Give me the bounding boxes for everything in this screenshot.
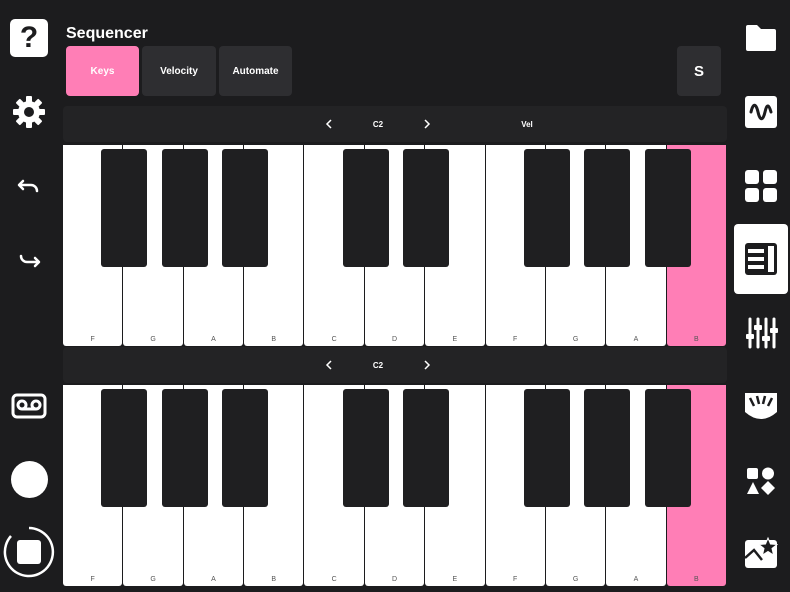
black-key[interactable] — [342, 389, 389, 507]
black-key[interactable] — [523, 149, 570, 267]
octave-label: C2 — [372, 360, 384, 370]
keyboard-top: FGABCDEFGAB — [63, 145, 727, 346]
key-label: F — [513, 336, 518, 343]
redo-button[interactable] — [14, 245, 44, 275]
waveform-icon — [745, 96, 777, 128]
black-key[interactable] — [222, 389, 269, 507]
black-key[interactable] — [584, 389, 631, 507]
octave-down-button[interactable] — [319, 347, 339, 383]
chevron-left-icon — [325, 360, 332, 370]
black-key[interactable] — [584, 149, 631, 267]
settings-gear-icon — [13, 96, 45, 128]
velocity-label[interactable]: Vel — [513, 106, 541, 142]
octave-bar-bottom: C2 — [63, 347, 727, 383]
octave-label: C2 — [372, 119, 384, 129]
record-button[interactable] — [11, 461, 48, 498]
help-button[interactable]: ? — [10, 19, 48, 57]
solo-button[interactable]: S — [677, 46, 721, 96]
key-label: B — [693, 336, 699, 343]
black-key[interactable] — [101, 389, 148, 507]
key-label: F — [513, 576, 518, 583]
key-label: B — [693, 576, 699, 583]
octave-down-button[interactable] — [319, 106, 339, 142]
mixer-sliders-icon — [746, 317, 778, 349]
octave-bar-top: C2 Vel — [63, 106, 727, 142]
key-label: D — [391, 336, 397, 343]
black-key[interactable] — [644, 149, 691, 267]
black-key[interactable] — [523, 389, 570, 507]
octave-up-button[interactable] — [417, 347, 437, 383]
key-label: A — [211, 336, 216, 343]
chevron-right-icon — [424, 119, 431, 129]
piano-keys-icon — [745, 243, 777, 275]
key-label: G — [150, 336, 156, 343]
help-icon: ? — [19, 21, 39, 54]
key-label: A — [633, 336, 639, 343]
chevron-left-icon — [325, 119, 332, 129]
key-label: B — [271, 576, 277, 583]
stop-square-icon — [3, 526, 55, 578]
mixer-button[interactable] — [741, 314, 781, 352]
key-label: G — [150, 576, 156, 583]
stop-button[interactable] — [3, 526, 55, 578]
presets-star-icon — [744, 536, 778, 568]
shapes-icon — [747, 467, 775, 495]
folder-button[interactable] — [741, 20, 781, 56]
black-key[interactable] — [644, 389, 691, 507]
black-key[interactable] — [161, 149, 208, 267]
black-key[interactable] — [403, 149, 450, 267]
undo-icon — [17, 179, 39, 193]
piano-roll-button[interactable] — [734, 224, 788, 294]
black-key[interactable] — [101, 149, 148, 267]
tuner-button[interactable] — [741, 388, 781, 426]
key-label: G — [572, 576, 579, 583]
settings-button[interactable] — [10, 93, 48, 131]
key-label: A — [211, 576, 216, 583]
tuner-icon — [745, 393, 777, 419]
key-label: F — [90, 336, 95, 343]
presets-button[interactable] — [741, 534, 781, 572]
black-key[interactable] — [161, 389, 208, 507]
key-label: D — [391, 576, 397, 583]
tab-velocity[interactable]: Velocity — [142, 46, 216, 96]
key-label: E — [452, 576, 458, 583]
shapes-button[interactable] — [741, 462, 781, 500]
tab-keys[interactable]: Keys — [66, 46, 139, 96]
redo-icon — [19, 254, 41, 268]
key-label: E — [452, 336, 458, 343]
black-key[interactable] — [342, 149, 389, 267]
key-label: F — [90, 576, 95, 583]
tape-record-button[interactable] — [10, 391, 48, 421]
black-key[interactable] — [222, 149, 269, 267]
folder-icon — [746, 25, 776, 51]
chevron-right-icon — [424, 360, 431, 370]
tab-automate[interactable]: Automate — [219, 46, 292, 96]
octave-up-button[interactable] — [417, 106, 437, 142]
black-key[interactable] — [403, 389, 450, 507]
keyboard-bottom: FGABCDEFGAB — [63, 385, 727, 586]
key-label: G — [572, 336, 579, 343]
key-label: C — [331, 576, 337, 583]
grid-pads-icon — [745, 170, 777, 202]
page-title: Sequencer — [66, 25, 148, 42]
key-label: A — [633, 576, 639, 583]
key-label: B — [271, 336, 277, 343]
record-tape-icon — [11, 393, 47, 419]
pads-button[interactable] — [741, 167, 781, 205]
waveform-button[interactable] — [741, 93, 781, 131]
key-label: C — [331, 336, 337, 343]
undo-button[interactable] — [14, 172, 44, 202]
